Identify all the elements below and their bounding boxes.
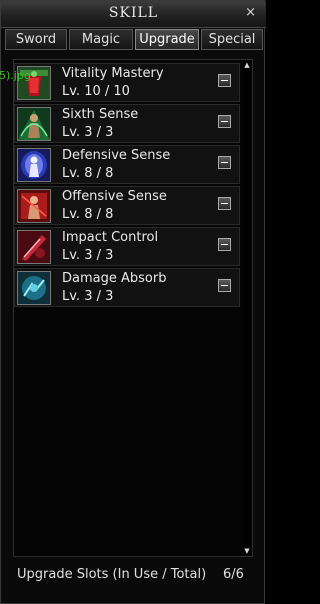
skill-name: Offensive Sense [62, 189, 167, 204]
scroll-up-arrow-icon[interactable]: ▲ [243, 61, 251, 69]
damage-absorb-icon [17, 271, 51, 305]
skill-row-offensive-sense[interactable]: Offensive Sense Lv. 8 / 8 [14, 186, 240, 225]
skill-list: Vitality Mastery Lv. 10 / 10 Sixth Sense… [13, 59, 253, 557]
skill-name: Defensive Sense [62, 148, 171, 163]
scroll-down-arrow-icon[interactable]: ▼ [243, 547, 251, 555]
upgrade-slots-value: 6/6 [223, 567, 244, 582]
skill-row-vitality-mastery[interactable]: Vitality Mastery Lv. 10 / 10 [14, 63, 240, 102]
minus-button[interactable] [218, 279, 231, 292]
skill-name: Impact Control [62, 230, 159, 245]
skill-level: Lv. 8 / 8 [62, 166, 114, 181]
minus-button[interactable] [218, 115, 231, 128]
scrollbar[interactable]: ▲ ▼ [243, 61, 251, 555]
tab-magic[interactable]: Magic [69, 29, 133, 50]
title-bar[interactable]: SKILL × [1, 1, 266, 28]
filename-fragment: 5).jpg [0, 69, 31, 82]
minus-button[interactable] [218, 156, 231, 169]
impact-control-icon [17, 230, 51, 264]
skill-name: Damage Absorb [62, 271, 167, 286]
sixth-sense-icon [17, 107, 51, 141]
minus-button[interactable] [218, 238, 231, 251]
tab-special[interactable]: Special [201, 29, 263, 50]
skill-name: Vitality Mastery [62, 66, 164, 81]
window-title: SKILL [108, 5, 159, 21]
offensive-sense-icon [17, 189, 51, 223]
skill-row-sixth-sense[interactable]: Sixth Sense Lv. 3 / 3 [14, 104, 240, 143]
minus-button[interactable] [218, 74, 231, 87]
skill-row-damage-absorb[interactable]: Damage Absorb Lv. 3 / 3 [14, 268, 240, 307]
skill-name: Sixth Sense [62, 107, 139, 122]
tab-upgrade[interactable]: Upgrade [135, 29, 199, 50]
skill-row-impact-control[interactable]: Impact Control Lv. 3 / 3 [14, 227, 240, 266]
upgrade-slots-label: Upgrade Slots (In Use / Total) [17, 567, 207, 582]
minus-button[interactable] [218, 197, 231, 210]
skill-window: SKILL × Sword Magic Upgrade Special Vita… [0, 0, 266, 604]
skill-row-defensive-sense[interactable]: Defensive Sense Lv. 8 / 8 [14, 145, 240, 184]
skill-level: Lv. 3 / 3 [62, 248, 114, 263]
skill-level: Lv. 3 / 3 [62, 289, 114, 304]
defensive-sense-icon [17, 148, 51, 182]
skill-level: Lv. 3 / 3 [62, 125, 114, 140]
close-button[interactable]: × [245, 5, 256, 20]
tab-sword[interactable]: Sword [5, 29, 67, 50]
skill-level: Lv. 8 / 8 [62, 207, 114, 222]
skill-level: Lv. 10 / 10 [62, 84, 130, 99]
